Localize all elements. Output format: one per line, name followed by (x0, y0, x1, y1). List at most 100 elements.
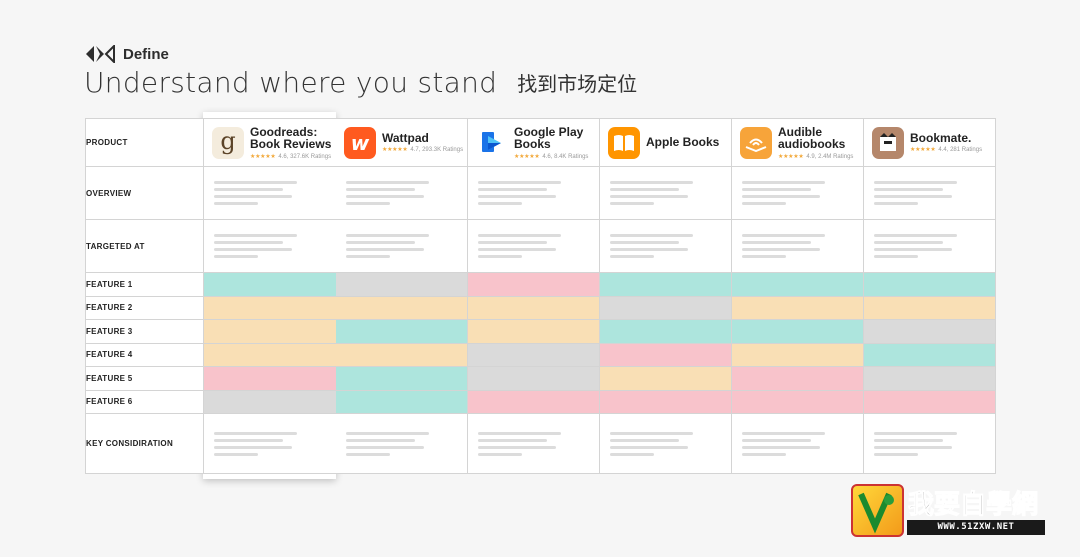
watermark-url: WWW.51ZXW.NET (907, 520, 1045, 535)
app-rating: ★★★★★ 4.9, 2.4M Ratings (778, 153, 854, 160)
feature-row: FEATURE 6 (85, 389, 996, 414)
feature-cell (731, 295, 864, 320)
product-row: PRODUCT g Goodreads: Book Reviews ★★★★★ 4… (85, 118, 996, 167)
row-label-feature-3: FEATURE 3 (85, 319, 204, 344)
feature-cell (335, 342, 468, 367)
placeholder-text-cell (203, 413, 336, 474)
feature-cell (731, 366, 864, 391)
row-label-feature-2: FEATURE 2 (85, 295, 204, 320)
app-name: Google Play Books (514, 124, 584, 151)
app-name: Apple Books (646, 135, 720, 150)
app-name: Bookmate. (910, 130, 972, 145)
placeholder-text-cell (203, 219, 336, 273)
feature-cell (599, 272, 732, 297)
row-label-product: PRODUCT (85, 118, 204, 167)
placeholder-text-cell (467, 413, 600, 474)
feature-cell (599, 319, 732, 344)
feature-cell (863, 319, 996, 344)
comparison-table: PRODUCT g Goodreads: Book Reviews ★★★★★ 4… (85, 118, 996, 474)
comparison-table-wrap: PRODUCT g Goodreads: Book Reviews ★★★★★ 4… (85, 118, 996, 474)
feature-cell (599, 295, 732, 320)
define-logo-icon (86, 45, 115, 63)
placeholder-text-cell (335, 219, 468, 273)
page-title-en: Understand where you stand (84, 66, 498, 99)
feature-cell (467, 295, 600, 320)
apple-books-icon (608, 126, 640, 159)
app-rating: ★★★★★ 4.6, 8.4K Ratings (514, 153, 589, 160)
feature-cell (467, 389, 600, 414)
placeholder-text-cell (731, 413, 864, 474)
feature-cell (335, 295, 468, 320)
placeholder-text-cell (863, 219, 996, 273)
placeholder-text-cell (599, 219, 732, 273)
feature-cell (467, 366, 600, 391)
page-title: Understand where you stand 找到市场定位 (84, 66, 637, 99)
feature-cell (335, 272, 468, 297)
app-rating: ★★★★★ 4.6, 327.6K Ratings (250, 153, 332, 160)
page-title-cn: 找到市场定位 (517, 72, 638, 96)
feature-cell (863, 342, 996, 367)
feature-cell (863, 389, 996, 414)
feature-cell (467, 272, 600, 297)
app-cell-apple-books[interactable]: Apple Books (599, 118, 732, 167)
goodreads-g-icon: g (212, 126, 244, 159)
placeholder-text-cell (335, 166, 468, 220)
row-label-feature-5: FEATURE 5 (85, 366, 204, 391)
placeholder-text-cell (335, 413, 468, 474)
app-name: Goodreads: Book Reviews (250, 124, 332, 151)
app-cell-wattpad[interactable]: w Wattpad ★★★★★ 4.7, 293.3K Ratings (335, 118, 468, 167)
row-label-key-consideration: KEY CONSIDIRATION (85, 413, 204, 474)
placeholder-text-cell (467, 166, 600, 220)
app-cell-google-play-books[interactable]: Google Play Books ★★★★★ 4.6, 8.4K Ratings (467, 118, 600, 167)
app-cell-goodreads[interactable]: g Goodreads: Book Reviews ★★★★★ 4.6, 327.… (203, 118, 336, 167)
feature-cell (731, 272, 864, 297)
feature-cell (203, 295, 336, 320)
wattpad-w-icon: w (344, 126, 376, 159)
brand-name: Define (123, 45, 169, 63)
feature-row: FEATURE 2 (85, 295, 996, 320)
row-label-overview: OVERVIEW (85, 166, 204, 220)
feature-cell (335, 319, 468, 344)
feature-cell (863, 366, 996, 391)
feature-cell (467, 319, 600, 344)
watermark-logo-icon (851, 484, 904, 537)
audible-icon (740, 126, 772, 159)
feature-row: FEATURE 5 (85, 366, 996, 391)
app-name: Wattpad (382, 130, 429, 145)
placeholder-text-cell (599, 413, 732, 474)
google-play-books-icon (476, 126, 508, 159)
placeholder-text-cell (731, 166, 864, 220)
feature-row: FEATURE 4 (85, 342, 996, 367)
feature-cell (203, 389, 336, 414)
site-watermark: 我要自學網 WWW.51ZXW.NET (851, 484, 1047, 537)
feature-cell (203, 342, 336, 367)
feature-cell (599, 342, 732, 367)
placeholder-text-cell (863, 166, 996, 220)
key-consideration-row: KEY CONSIDIRATION (85, 413, 996, 474)
feature-cell (863, 295, 996, 320)
app-cell-audible[interactable]: Audible audiobooks ★★★★★ 4.9, 2.4M Rating… (731, 118, 864, 167)
watermark-title: 我要自學網 (907, 490, 1039, 521)
feature-cell (731, 319, 864, 344)
bookmate-icon (872, 126, 904, 159)
app-rating: ★★★★★ 4.7, 293.3K Ratings (382, 147, 464, 154)
feature-cell (335, 366, 468, 391)
row-label-feature-1: FEATURE 1 (85, 272, 204, 297)
feature-cell (863, 272, 996, 297)
feature-cell (203, 319, 336, 344)
row-label-feature-6: FEATURE 6 (85, 389, 204, 414)
placeholder-text-cell (731, 219, 864, 273)
placeholder-text-cell (599, 166, 732, 220)
app-rating: ★★★★★ 4.4, 281 Ratings (910, 147, 983, 154)
feature-cell (731, 342, 864, 367)
feature-cell (203, 366, 336, 391)
feature-row: FEATURE 1 (85, 272, 996, 297)
placeholder-text-cell (467, 219, 600, 273)
app-cell-bookmate[interactable]: Bookmate. ★★★★★ 4.4, 281 Ratings (863, 118, 996, 167)
app-name: Audible audiobooks (778, 124, 846, 151)
placeholder-text-cell (203, 166, 336, 220)
placeholder-text-cell (863, 413, 996, 474)
overview-row: OVERVIEW (85, 166, 996, 220)
feature-row: FEATURE 3 (85, 319, 996, 344)
feature-cell (731, 389, 864, 414)
